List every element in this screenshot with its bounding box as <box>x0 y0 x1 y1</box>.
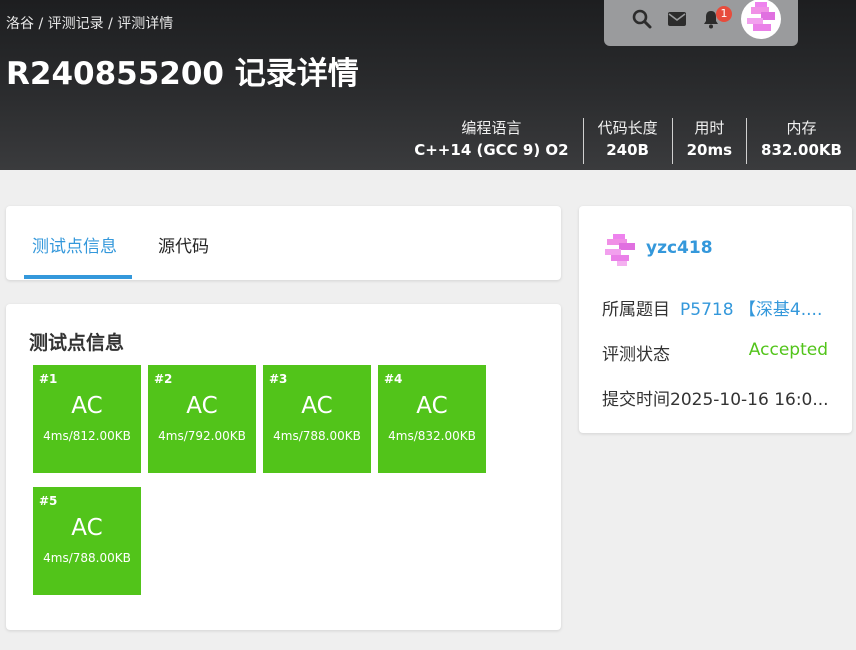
status-value: Accepted <box>748 340 828 360</box>
breadcrumb: 洛谷 / 评测记录 / 评测详情 <box>6 16 174 32</box>
status-label: 评测状态 <box>602 345 670 365</box>
tab-source-code[interactable]: 源代码 <box>158 232 209 257</box>
notification-badge: 1 <box>716 6 732 22</box>
section-title: 测试点信息 <box>29 332 125 354</box>
testcase-tile[interactable]: #3 AC 4ms/788.00KB <box>263 365 371 473</box>
testcase-tile[interactable]: #5 AC 4ms/788.00KB <box>33 487 141 595</box>
record-stats: 编程语言 C++14 (GCC 9) O2 代码长度 240B 用时 20ms … <box>400 118 856 164</box>
stat-language: 编程语言 C++14 (GCC 9) O2 <box>414 119 569 159</box>
tabs-card: 测试点信息 源代码 <box>6 206 561 280</box>
problem-label: 所属题目 <box>602 300 670 320</box>
stat-time: 用时 20ms <box>671 118 746 164</box>
submission-info-card: yzc418 所属题目 P5718 【深基4.... 评测状态 Accepted… <box>579 206 852 433</box>
header: 洛谷 / 评测记录 / 评测详情 R240855200 记录详情 1 编程语言 … <box>0 0 856 170</box>
top-toolbar: 1 <box>604 0 798 46</box>
stat-code-length: 代码长度 240B <box>582 118 672 164</box>
user-avatar[interactable] <box>603 232 639 268</box>
submit-time-value: 2025-10-16 16:0... <box>670 390 829 410</box>
tab-testcase-info[interactable]: 测试点信息 <box>32 232 117 257</box>
submit-time-label: 提交时间2025-10-16 16:0... <box>602 390 829 410</box>
testcase-card: 测试点信息 #1 AC 4ms/812.00KB #2 AC 4ms/792.0… <box>6 304 561 630</box>
search-icon[interactable] <box>631 8 653 30</box>
active-tab-indicator <box>24 275 132 279</box>
breadcrumb-records[interactable]: 评测记录 <box>48 16 104 32</box>
page-title: R240855200 记录详情 <box>6 56 359 92</box>
problem-link[interactable]: P5718 【深基4.... <box>680 295 822 320</box>
breadcrumb-current: 评测详情 <box>117 16 174 32</box>
stat-memory: 内存 832.00KB <box>746 118 856 164</box>
avatar[interactable] <box>741 0 781 39</box>
username-link[interactable]: yzc418 <box>646 238 713 258</box>
testcase-tile[interactable]: #4 AC 4ms/832.00KB <box>378 365 486 473</box>
testcase-tile[interactable]: #2 AC 4ms/792.00KB <box>148 365 256 473</box>
breadcrumb-home[interactable]: 洛谷 <box>6 16 34 32</box>
testcase-tile[interactable]: #1 AC 4ms/812.00KB <box>33 365 141 473</box>
mail-icon[interactable] <box>666 8 688 30</box>
